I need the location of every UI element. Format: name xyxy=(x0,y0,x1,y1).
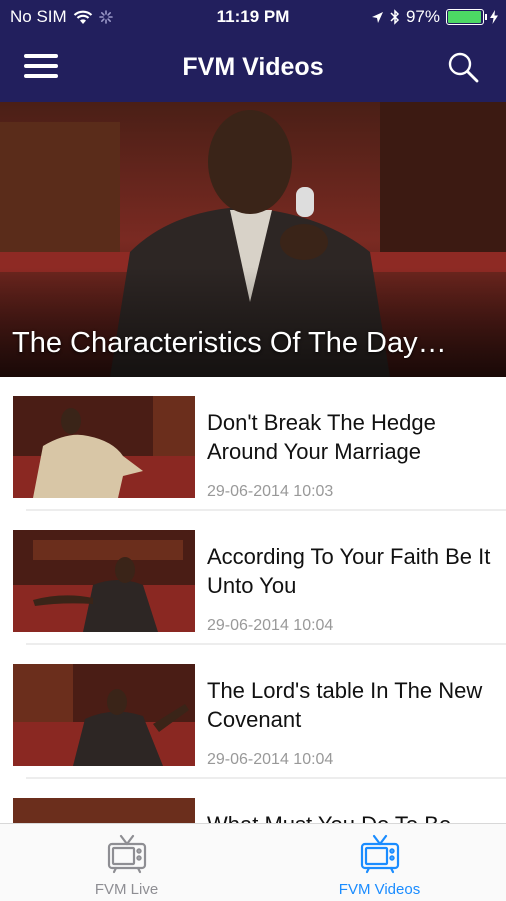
video-list: Don't Break The Hedge Around Your Marria… xyxy=(0,377,506,823)
status-right: 97% xyxy=(371,7,498,27)
battery-percent: 97% xyxy=(405,7,440,26)
featured-title: The Characteristics Of The Day… xyxy=(12,327,447,359)
video-title: According To Your Faith Be It Unto You xyxy=(207,544,491,598)
video-date: 29-06-2014 10:03 xyxy=(207,483,334,500)
video-date: 29-06-2014 10:04 xyxy=(207,751,334,768)
video-title: What Must You Do To Be xyxy=(207,810,497,823)
video-thumbnail xyxy=(13,396,195,498)
tab-fvm-live[interactable]: FVM Live xyxy=(0,824,253,901)
video-thumbnail xyxy=(13,664,195,766)
battery-icon xyxy=(446,9,487,25)
list-item[interactable]: The Lord's table In The New Covenant 29-… xyxy=(0,645,506,779)
app-header: No SIM 11:19 PM 97% FVM Videos xyxy=(0,0,506,102)
tab-fvm-videos[interactable]: FVM Videos xyxy=(253,824,506,901)
video-thumbnail xyxy=(13,798,195,823)
video-date: 29-06-2014 10:04 xyxy=(207,617,334,634)
tab-bar: FVM Live FVM Videos xyxy=(0,823,506,901)
location-arrow-icon xyxy=(371,11,383,23)
nav-bar: FVM Videos xyxy=(0,36,506,102)
video-title: The Lord's table In The New Covenant xyxy=(207,678,483,732)
list-item[interactable]: What Must You Do To Be xyxy=(0,779,506,823)
status-bar: No SIM 11:19 PM 97% xyxy=(0,0,506,36)
video-thumbnail xyxy=(13,530,195,632)
charging-bolt-icon xyxy=(490,10,498,24)
video-title: Don't Break The Hedge Around Your Marria… xyxy=(207,410,436,464)
tab-label: FVM Videos xyxy=(338,881,421,898)
tv-icon xyxy=(107,834,147,874)
tab-label: FVM Live xyxy=(94,881,159,898)
page-title: FVM Videos xyxy=(182,53,324,81)
list-item[interactable]: According To Your Faith Be It Unto You 2… xyxy=(0,511,506,645)
battery-level xyxy=(448,11,481,23)
tv-icon xyxy=(360,834,400,874)
featured-video[interactable]: The Characteristics Of The Day… xyxy=(0,102,506,377)
bluetooth-icon xyxy=(390,9,400,25)
list-item[interactable]: Don't Break The Hedge Around Your Marria… xyxy=(0,377,506,511)
search-icon[interactable] xyxy=(446,50,480,84)
